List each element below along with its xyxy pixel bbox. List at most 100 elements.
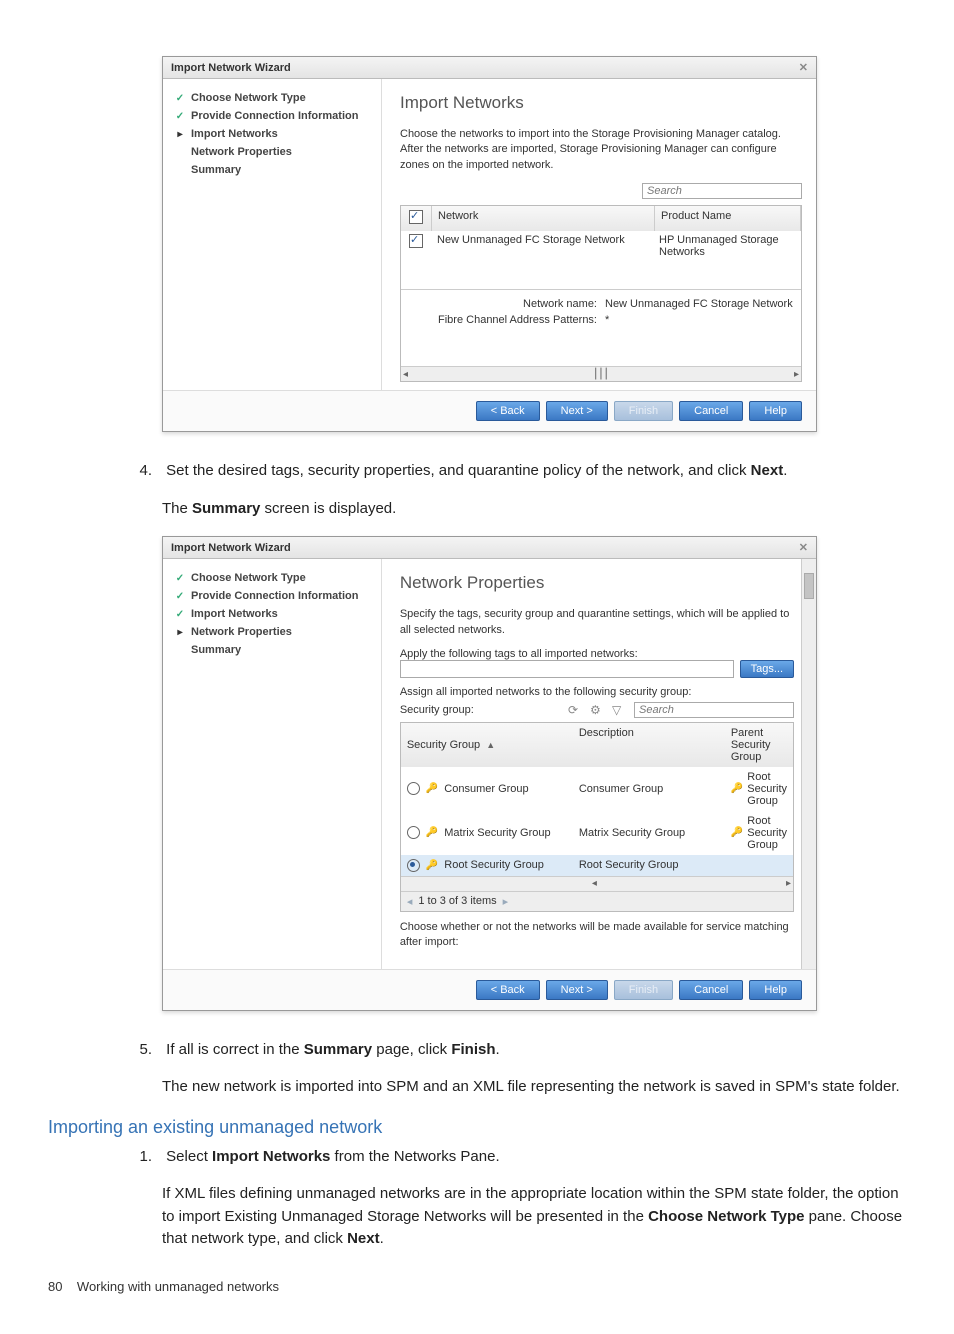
fcap-value: *: [605, 314, 795, 326]
nav-choose-network-type[interactable]: ✓Choose Network Type: [171, 89, 381, 107]
wizard-title-bar: Import Network Wizard ✕: [163, 57, 816, 79]
check-icon: ✓: [175, 93, 185, 104]
page-number: 80: [48, 1279, 62, 1294]
key-icon: 🔑: [731, 827, 743, 838]
sg-radio[interactable]: [407, 826, 420, 839]
caret-right-icon: ▸: [175, 129, 185, 140]
pager: ◂ 1 to 3 of 3 items ▸: [401, 891, 793, 911]
nav-choose-network-type[interactable]: ✓Choose Network Type: [171, 569, 381, 587]
import-network-wizard-2: Import Network Wizard ✕ ✓Choose Network …: [162, 536, 817, 1011]
cancel-button[interactable]: Cancel: [679, 980, 743, 1000]
scroll-left-icon[interactable]: ◂: [403, 369, 408, 380]
nav-summary[interactable]: Summary: [171, 641, 381, 659]
grid-row[interactable]: New Unmanaged FC Storage Network HP Unma…: [401, 231, 801, 261]
wizard-title: Import Network Wizard: [171, 62, 291, 74]
back-button[interactable]: < Back: [476, 401, 540, 421]
wizard-main: Network Properties Specify the tags, sec…: [382, 559, 816, 969]
col-security-group[interactable]: Security Group ▲: [401, 723, 573, 767]
apply-tags-label: Apply the following tags to all imported…: [400, 648, 794, 660]
caret-right-icon: ▸: [175, 627, 185, 638]
key-icon: 🔑: [426, 783, 438, 794]
key-icon: 🔑: [731, 783, 743, 794]
sg-radio[interactable]: [407, 782, 420, 795]
wizard-button-bar: < Back Next > Finish Cancel Help: [163, 390, 816, 431]
refresh-icon[interactable]: ⟳: [568, 703, 582, 717]
step-4: 4. Set the desired tags, security proper…: [162, 460, 906, 483]
sg-horizontal-scrollbar[interactable]: ◂▸: [401, 876, 793, 891]
col-parent[interactable]: Parent Security Group: [725, 723, 793, 767]
tags-button[interactable]: Tags...: [740, 660, 794, 678]
sg-row[interactable]: 🔑Consumer Group Consumer Group 🔑Root Sec…: [401, 767, 793, 811]
wizard-title: Import Network Wizard: [171, 542, 291, 554]
wizard-sidebar: ✓Choose Network Type ✓Provide Connection…: [163, 559, 382, 969]
check-icon: ✓: [175, 573, 185, 584]
page-prev-icon[interactable]: ◂: [407, 895, 413, 908]
col-description[interactable]: Description: [573, 723, 725, 767]
networks-grid: Network Product Name New Unmanaged FC St…: [400, 205, 802, 382]
finish-button: Finish: [614, 980, 673, 1000]
nav-provide-connection[interactable]: ✓Provide Connection Information: [171, 587, 381, 605]
details-panel: Network name: New Unmanaged FC Storage N…: [401, 289, 801, 366]
import-network-wizard-1: Import Network Wizard ✕ ✓Choose Network …: [162, 56, 817, 432]
scroll-right-icon[interactable]: ▸: [794, 369, 799, 380]
page-next-icon[interactable]: ▸: [503, 895, 509, 908]
security-group-grid: Security Group ▲ Description Parent Secu…: [400, 722, 794, 912]
gear-icon[interactable]: ⚙: [590, 703, 604, 717]
nav-summary[interactable]: Summary: [171, 161, 381, 179]
key-icon: 🔑: [426, 827, 438, 838]
nav-import-networks[interactable]: ✓Import Networks: [171, 605, 381, 623]
col-network[interactable]: Network: [432, 206, 655, 231]
cell-network: New Unmanaged FC Storage Network: [431, 231, 653, 261]
check-icon: ✓: [175, 591, 185, 602]
step-5: 5. If all is correct in the Summary page…: [162, 1039, 906, 1062]
step-5-sub: The new network is imported into SPM and…: [162, 1076, 906, 1099]
page-heading: Import Networks: [400, 93, 802, 113]
network-name-label: Network name:: [407, 298, 605, 310]
sg-search-input[interactable]: Search: [634, 702, 794, 718]
scrollbar-thumb[interactable]: [804, 573, 814, 599]
scroll-left-icon[interactable]: ◂: [592, 878, 597, 889]
select-all-checkbox[interactable]: [409, 210, 423, 224]
page-footer: 80 Working with unmanaged networks: [48, 1279, 906, 1294]
help-button[interactable]: Help: [749, 980, 802, 1000]
cell-product: HP Unmanaged Storage Networks: [653, 231, 801, 261]
scroll-right-icon[interactable]: ▸: [786, 878, 791, 889]
assign-sg-label: Assign all imported networks to the foll…: [400, 686, 794, 698]
cancel-button[interactable]: Cancel: [679, 401, 743, 421]
vertical-scrollbar[interactable]: [801, 559, 816, 969]
help-button[interactable]: Help: [749, 401, 802, 421]
next-button[interactable]: Next >: [546, 401, 608, 421]
wizard-main: Import Networks Choose the networks to i…: [382, 79, 816, 390]
fcap-label: Fibre Channel Address Patterns:: [407, 314, 605, 326]
security-group-label: Security group:: [400, 704, 474, 716]
footer-title: Working with unmanaged networks: [77, 1279, 279, 1294]
search-input[interactable]: Search: [642, 183, 802, 199]
close-icon[interactable]: ✕: [799, 541, 808, 554]
step-s1-para: If XML files defining unmanaged networks…: [162, 1183, 906, 1251]
nav-network-properties[interactable]: ▸Network Properties: [171, 623, 381, 641]
nav-network-properties[interactable]: Network Properties: [171, 143, 381, 161]
horizontal-scrollbar[interactable]: ◂⎮⎮⎮▸: [401, 366, 801, 381]
nav-import-networks[interactable]: ▸Import Networks: [171, 125, 381, 143]
back-button[interactable]: < Back: [476, 980, 540, 1000]
nav-provide-connection[interactable]: ✓Provide Connection Information: [171, 107, 381, 125]
sg-radio[interactable]: [407, 859, 420, 872]
choose-availability-label: Choose whether or not the networks will …: [400, 920, 794, 951]
next-button[interactable]: Next >: [546, 980, 608, 1000]
check-icon: ✓: [175, 609, 185, 620]
sg-row[interactable]: 🔑Root Security Group Root Security Group: [401, 855, 793, 876]
sg-header: Security Group ▲ Description Parent Secu…: [401, 723, 793, 767]
sg-row[interactable]: 🔑Matrix Security Group Matrix Security G…: [401, 811, 793, 855]
network-name-value: New Unmanaged FC Storage Network: [605, 298, 795, 310]
page-heading: Network Properties: [400, 573, 794, 593]
close-icon[interactable]: ✕: [799, 61, 808, 74]
filter-icon[interactable]: ▽: [612, 703, 626, 717]
wizard-sidebar: ✓Choose Network Type ✓Provide Connection…: [163, 79, 382, 390]
row-checkbox[interactable]: [409, 234, 423, 248]
sort-asc-icon: ▲: [486, 740, 495, 750]
col-product[interactable]: Product Name: [655, 206, 801, 231]
step-s1: 1. Select Import Networks from the Netwo…: [162, 1146, 906, 1169]
page-description: Choose the networks to import into the S…: [400, 127, 802, 173]
tags-input[interactable]: [400, 660, 734, 678]
grid-header: Network Product Name: [401, 206, 801, 231]
